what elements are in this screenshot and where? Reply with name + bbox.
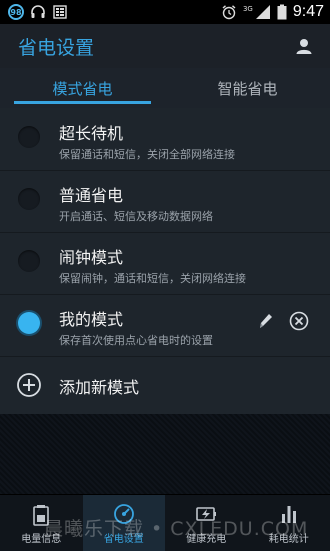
nav-usage-stats[interactable]: 耗电统计 <box>248 495 330 551</box>
user-button[interactable] <box>284 26 324 66</box>
battery-icon <box>277 4 287 20</box>
mode-description: 保留闹钟，通话和短信，关闭网络连接 <box>59 270 246 286</box>
mode-title: 我的模式 <box>59 306 123 330</box>
notification-badge: 98 <box>8 4 24 20</box>
bar-chart-icon <box>277 502 301 526</box>
page-title: 省电设置 <box>0 33 94 60</box>
mode-radio[interactable] <box>18 250 40 272</box>
tab-smart-saving[interactable]: 智能省电 <box>165 68 330 108</box>
mode-radio[interactable] <box>18 126 40 148</box>
mode-description: 保留通话和短信，关闭全部网络连接 <box>59 146 235 162</box>
app-bar: 省电设置 <box>0 24 330 68</box>
user-icon <box>295 37 313 55</box>
status-bar: 98 3G 9:47 <box>0 0 330 24</box>
mode-item-ultra-standby[interactable]: 超长待机 保留通话和短信，关闭全部网络连接 <box>0 108 330 170</box>
nav-label: 健康充电 <box>186 530 226 545</box>
tab-bar: 模式省电 智能省电 <box>0 68 330 109</box>
mode-radio-selected[interactable] <box>18 312 40 334</box>
mode-item-normal-saving[interactable]: 普通省电 开启通话、短信及移动数据网络 <box>0 170 330 232</box>
close-circle-icon <box>288 310 310 332</box>
pencil-icon <box>254 310 276 332</box>
nav-power-settings[interactable]: 省电设置 <box>83 495 166 551</box>
mode-title: 超长待机 <box>59 120 123 144</box>
nav-label: 电量信息 <box>21 530 61 545</box>
tab-mode-saving[interactable]: 模式省电 <box>0 68 165 108</box>
notes-icon <box>52 4 68 20</box>
mode-radio[interactable] <box>18 188 40 210</box>
nav-label: 省电设置 <box>104 530 144 545</box>
clock-time: 9:47 <box>293 3 324 21</box>
mode-title: 闹钟模式 <box>59 244 123 268</box>
signal-icon <box>255 4 271 20</box>
charging-icon <box>194 502 218 526</box>
network-type-label: 3G <box>243 5 253 13</box>
edit-mode-button[interactable] <box>254 310 276 332</box>
background-texture <box>0 414 330 494</box>
nav-healthy-charging[interactable]: 健康充电 <box>165 495 248 551</box>
add-mode-label: 添加新模式 <box>59 374 139 398</box>
headset-icon <box>30 4 46 20</box>
mode-list: 超长待机 保留通话和短信，关闭全部网络连接 普通省电 开启通话、短信及移动数据网… <box>0 108 330 414</box>
mode-title: 普通省电 <box>59 182 123 206</box>
add-mode-button[interactable]: 添加新模式 <box>0 356 330 414</box>
delete-mode-button[interactable] <box>288 310 310 332</box>
alarm-icon <box>221 4 237 20</box>
mode-description: 保存首次使用点心省电时的设置 <box>59 332 213 348</box>
mode-item-my-mode[interactable]: 我的模式 保存首次使用点心省电时的设置 <box>0 294 330 356</box>
battery-info-icon <box>29 502 53 526</box>
plus-circle-icon <box>16 372 42 398</box>
gauge-icon <box>112 502 136 526</box>
bottom-navigation: 电量信息 省电设置 健康充电 耗电统计 <box>0 494 330 551</box>
mode-item-alarm[interactable]: 闹钟模式 保留闹钟，通话和短信，关闭网络连接 <box>0 232 330 294</box>
nav-label: 耗电统计 <box>269 530 309 545</box>
mode-description: 开启通话、短信及移动数据网络 <box>59 208 213 224</box>
nav-battery-info[interactable]: 电量信息 <box>0 495 83 551</box>
